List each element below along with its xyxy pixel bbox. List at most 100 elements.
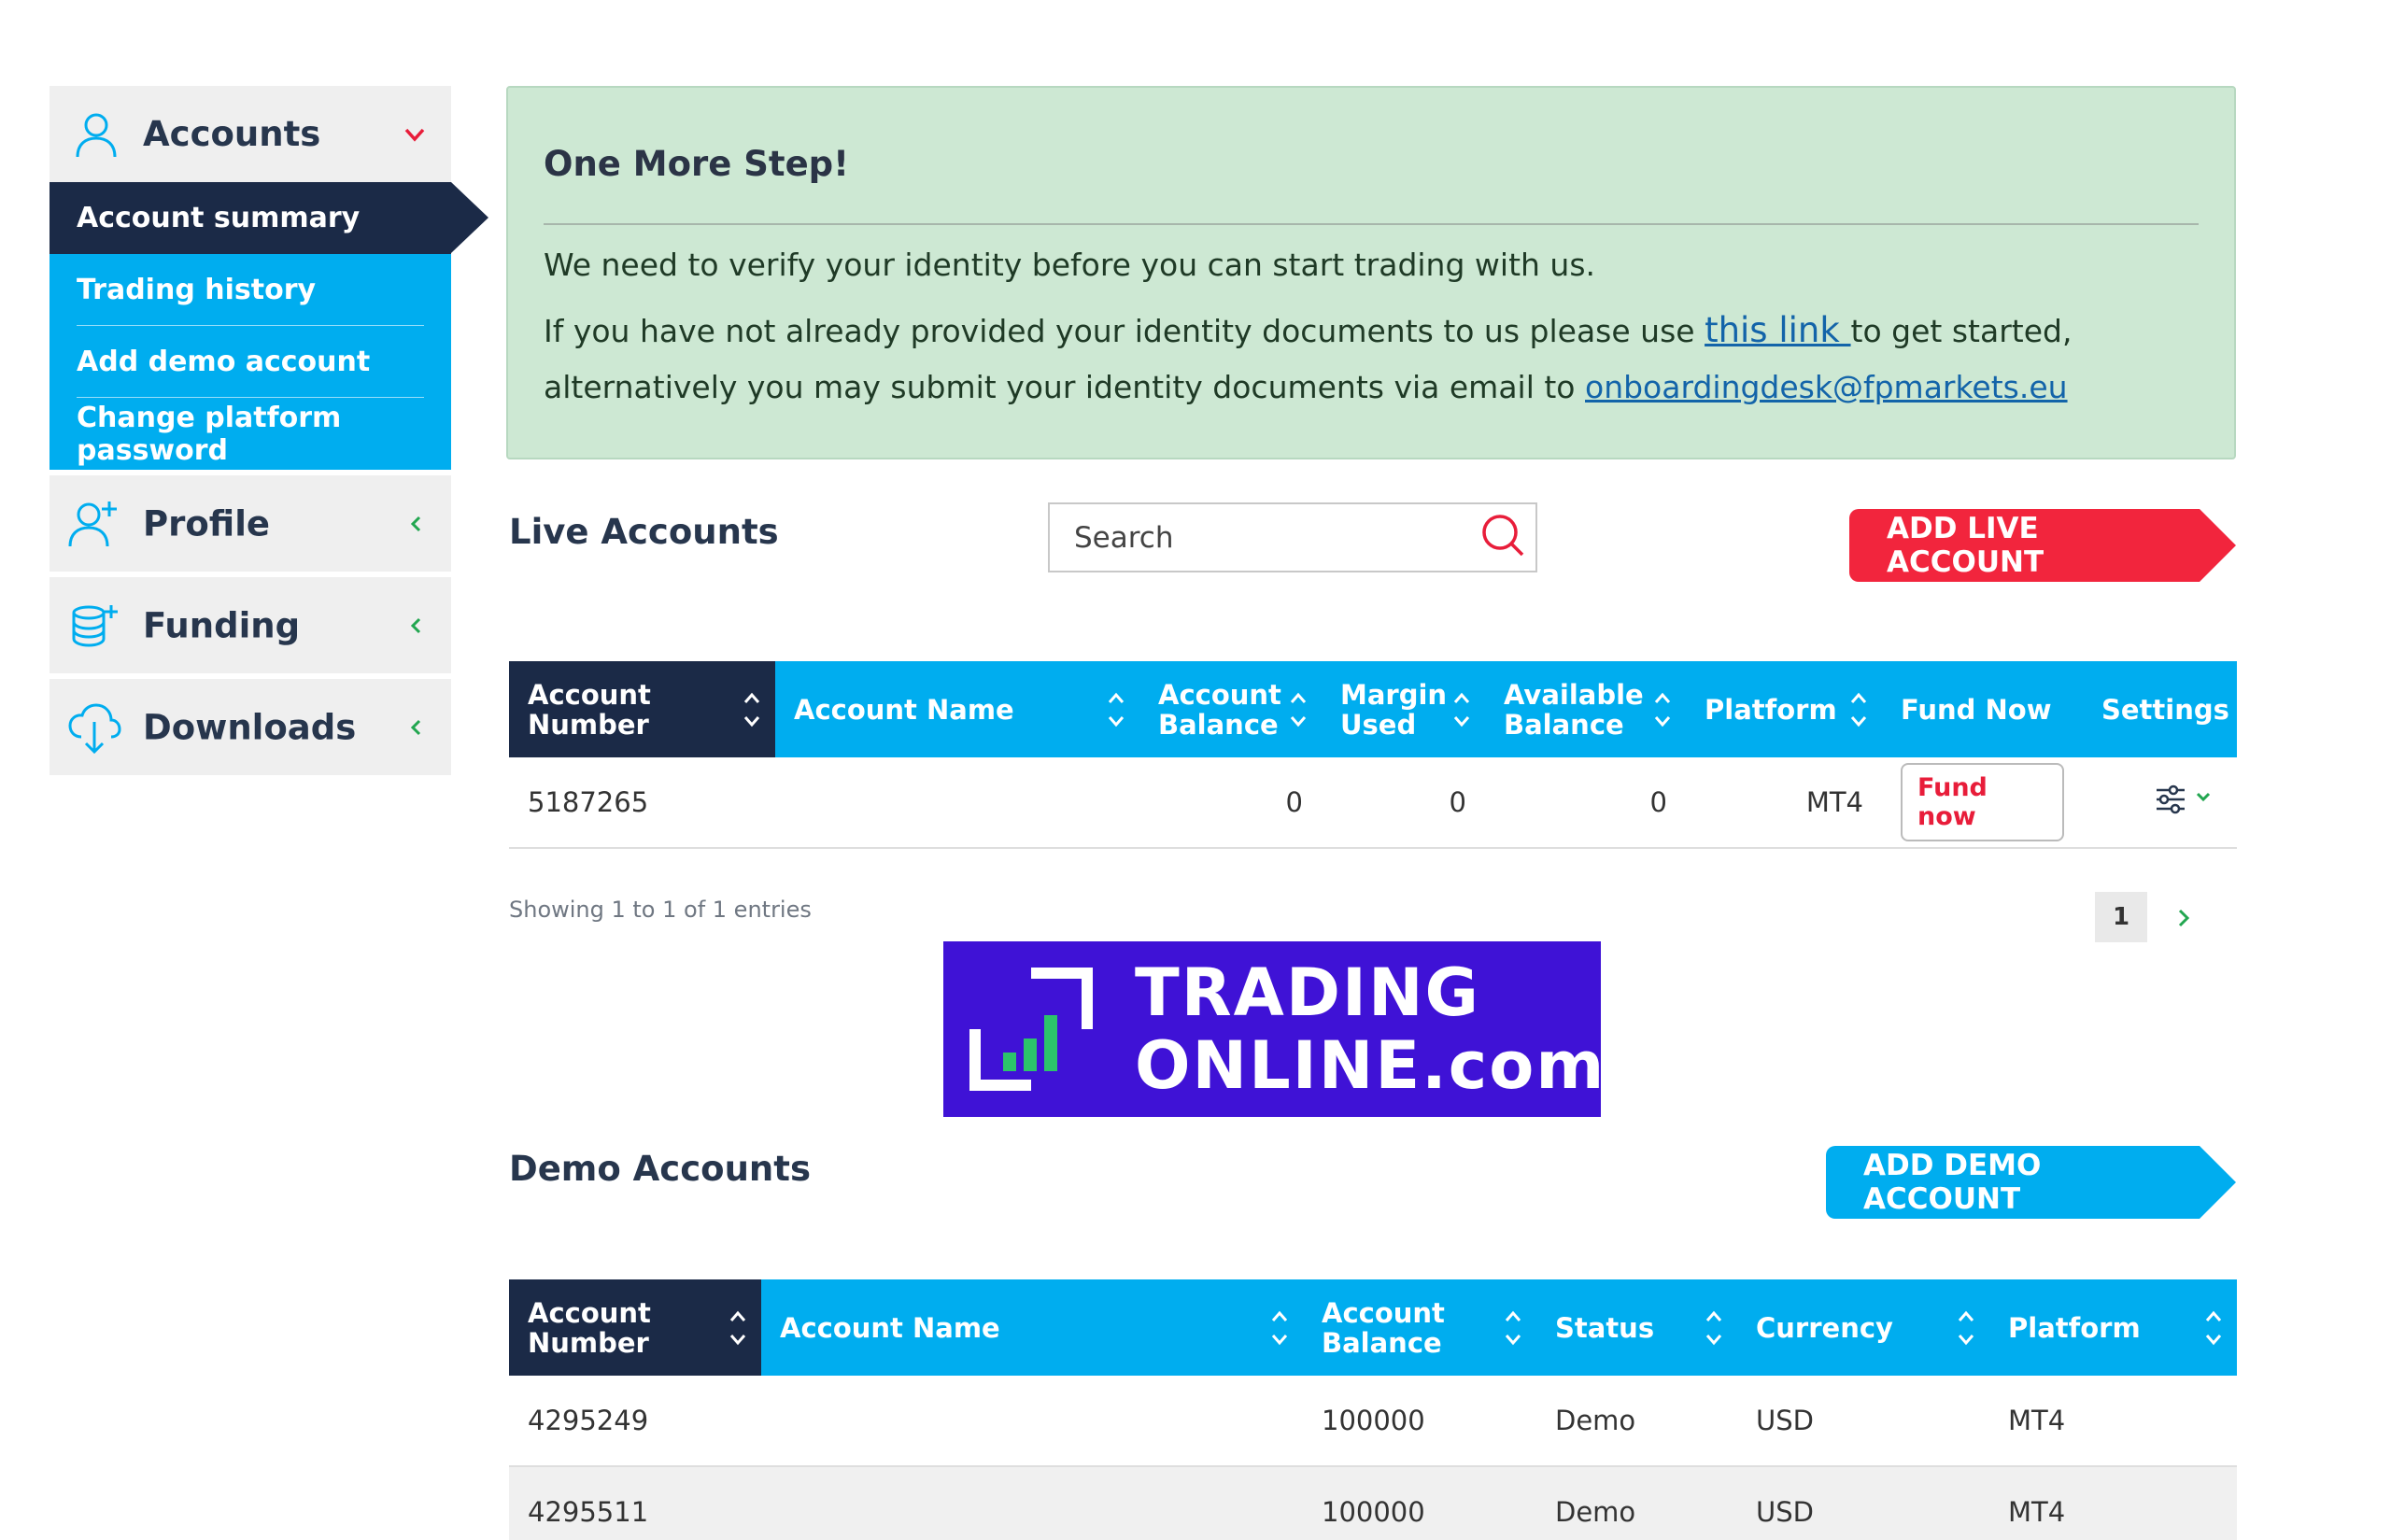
live-accounts-table: Account Number Account Name Account Bala…: [509, 661, 2237, 849]
col-label: Platform: [2008, 1311, 2141, 1344]
sort-icon: [1958, 1310, 1974, 1345]
search-icon[interactable]: [1474, 508, 1530, 564]
submenu-trading-history[interactable]: Trading history: [50, 254, 451, 326]
chevron-down-icon: [404, 128, 425, 142]
col-account-number[interactable]: Account Number: [509, 661, 775, 757]
cell-margin-used: 0: [1322, 757, 1485, 849]
sidebar-item-profile[interactable]: Profile: [50, 475, 451, 572]
cloud-download-icon: [68, 702, 121, 754]
col-settings: Settings: [2083, 661, 2237, 757]
search-input[interactable]: [1050, 504, 1461, 571]
sidebar-item-label: Accounts: [143, 114, 321, 154]
cell-status: Demo: [1536, 1466, 1737, 1540]
verification-alert: One More Step! We need to verify your id…: [506, 86, 2236, 459]
page-1-button[interactable]: 1: [2095, 892, 2147, 942]
sort-icon: [1453, 692, 1470, 727]
user-add-icon: [68, 501, 117, 546]
cell-platform: MT4: [1989, 1466, 2237, 1540]
add-demo-account-button[interactable]: ADD DEMO ACCOUNT: [1826, 1146, 2236, 1219]
alert-text-part: If you have not already provided your id…: [544, 313, 1705, 349]
sidebar-item-downloads[interactable]: Downloads: [50, 679, 451, 775]
col-label: Account Number: [528, 1296, 651, 1359]
sidebar-item-accounts[interactable]: Accounts: [50, 86, 451, 182]
col-label: Currency: [1756, 1311, 1893, 1344]
cell-account-number: 4295249: [509, 1376, 761, 1467]
cell-settings: [2083, 757, 2237, 849]
col-account-balance[interactable]: Account Balance: [1303, 1279, 1536, 1376]
cell-account-number: 5187265: [509, 757, 775, 849]
sort-icon: [1271, 1310, 1288, 1345]
submenu-change-platform-password[interactable]: Change platform password: [50, 398, 451, 470]
table-row: 4295249 100000 Demo USD MT4: [509, 1376, 2237, 1467]
sort-icon: [1654, 692, 1671, 727]
cell-status: Demo: [1536, 1376, 1737, 1467]
sort-icon: [729, 1310, 746, 1345]
cell-platform: MT4: [1989, 1376, 2237, 1467]
sidebar-item-funding[interactable]: Funding: [50, 577, 451, 673]
col-available-balance[interactable]: Available Balance: [1485, 661, 1686, 757]
tradingonline-logo: [969, 968, 1093, 1091]
col-account-name[interactable]: Account Name: [761, 1279, 1303, 1376]
col-label: Account Balance: [1322, 1296, 1445, 1359]
active-indicator: [451, 182, 488, 253]
cell-account-name: [761, 1466, 1303, 1540]
banner-text: TRADING: [1135, 954, 1481, 1031]
fund-now-button[interactable]: Fund now: [1901, 763, 2064, 841]
verify-link[interactable]: this link: [1705, 310, 1850, 350]
table-header-row: Account Number Account Name Account Bala…: [509, 661, 2237, 757]
alert-text: We need to verify your identity before y…: [544, 247, 1596, 283]
sidebar-item-label: Downloads: [143, 707, 357, 747]
sort-icon: [2205, 1310, 2222, 1345]
user-icon: [76, 113, 117, 157]
live-accounts-title: Live Accounts: [509, 512, 779, 552]
col-label: Account Number: [528, 678, 651, 741]
sidebar: Accounts Account summary Trading history…: [50, 86, 488, 775]
divider: [544, 223, 2199, 225]
cell-platform: MT4: [1686, 757, 1882, 849]
col-currency[interactable]: Currency: [1737, 1279, 1989, 1376]
col-margin-used[interactable]: Margin Used: [1322, 661, 1485, 757]
table-header-row: Account Number Account Name Account Bala…: [509, 1279, 2237, 1376]
col-label: Settings: [2101, 693, 2229, 726]
cell-account-name: [775, 757, 1139, 849]
email-link[interactable]: onboardingdesk@fpmarkets.eu: [1585, 369, 2068, 405]
coins-icon: [72, 604, 118, 647]
cell-account-balance: 100000: [1303, 1376, 1536, 1467]
cell-currency: USD: [1737, 1466, 1989, 1540]
cell-account-number: 4295511: [509, 1466, 761, 1540]
cell-available-balance: 0: [1485, 757, 1686, 849]
col-account-number[interactable]: Account Number: [509, 1279, 761, 1376]
col-label: Available Balance: [1504, 678, 1644, 741]
col-platform[interactable]: Platform: [1989, 1279, 2237, 1376]
chevron-right-icon[interactable]: [2172, 904, 2196, 932]
col-label: Status: [1555, 1311, 1655, 1344]
search-box: [1048, 502, 1537, 572]
col-platform[interactable]: Platform: [1686, 661, 1882, 757]
submenu-label: Add demo account: [77, 346, 371, 378]
cell-account-balance: 100000: [1303, 1466, 1536, 1540]
col-status[interactable]: Status: [1536, 1279, 1737, 1376]
sort-icon: [1705, 1310, 1722, 1345]
sort-icon: [743, 692, 760, 727]
col-account-name[interactable]: Account Name: [775, 661, 1139, 757]
accounts-submenu: Account summary Trading history Add demo…: [50, 182, 488, 470]
submenu-account-summary[interactable]: Account summary: [50, 182, 488, 254]
submenu-add-demo-account[interactable]: Add demo account: [50, 326, 451, 398]
col-label: Fund Now: [1901, 693, 2052, 726]
tradingonline-banner: TRADING ONLINE.com: [943, 941, 1604, 1117]
alert-title: One More Step!: [544, 144, 850, 184]
add-live-account-button[interactable]: ADD LIVE ACCOUNT: [1849, 509, 2236, 582]
submenu-label: Account summary: [77, 202, 361, 234]
sort-icon: [1108, 692, 1125, 727]
cell-account-balance: 0: [1139, 757, 1322, 849]
entries-info: Showing 1 to 1 of 1 entries: [509, 897, 812, 923]
settings-sliders-icon[interactable]: [2153, 781, 2218, 818]
sort-icon: [1850, 692, 1867, 727]
submenu-label: Trading history: [77, 274, 317, 306]
col-account-balance[interactable]: Account Balance: [1139, 661, 1322, 757]
col-label: Account Name: [794, 693, 1014, 726]
sort-icon: [1290, 692, 1307, 727]
submenu-label: Change platform password: [77, 401, 342, 467]
cell-currency: USD: [1737, 1376, 1989, 1467]
table-row: 5187265 0 0 0 MT4 Fund now: [509, 757, 2237, 849]
